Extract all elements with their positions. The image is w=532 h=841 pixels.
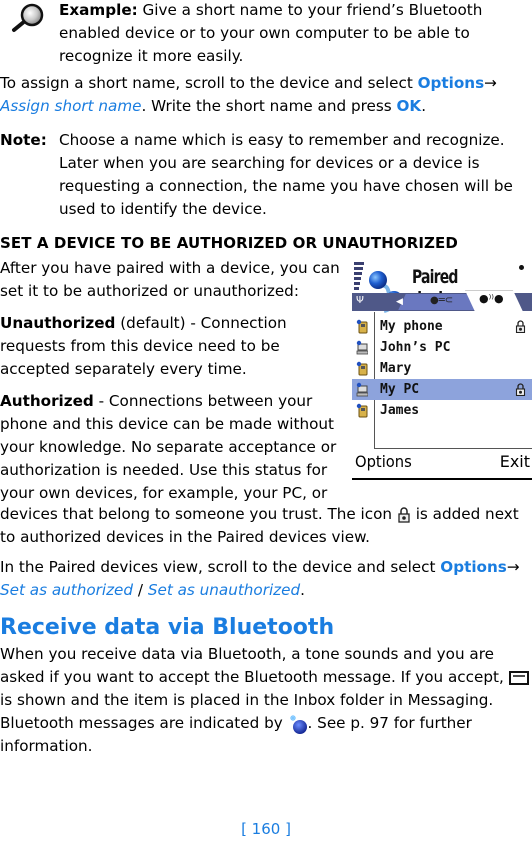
- computer-device-icon: [356, 340, 368, 355]
- authorize-intro: After you have paired with a device, you…: [0, 259, 340, 300]
- device-row[interactable]: Mary: [352, 358, 532, 379]
- note-label: Note:: [0, 131, 47, 149]
- bluetooth-devices-tab-icon: ●⁾⁾●: [479, 292, 504, 305]
- bluetooth-message-icon: [289, 714, 307, 734]
- device-name: My PC: [380, 382, 420, 397]
- receive-text: When you receive data via Bluetooth, a t…: [0, 643, 532, 758]
- example-label: Example:: [59, 1, 138, 19]
- computer-device-icon: [356, 382, 368, 397]
- lock-icon: [398, 506, 410, 523]
- paired-devices-screen: Paired devices Ψ ◀ ●═⊂ ●⁾⁾● My phoneJohn…: [352, 259, 532, 480]
- page-number: [ 160 ]: [241, 820, 291, 838]
- section-heading: SET A DEVICE TO BE AUTHORIZED OR UNAUTHO…: [0, 234, 458, 252]
- receive-heading: Receive data via Bluetooth: [0, 615, 335, 640]
- set-authorized-ref: Set as authorized: [0, 581, 134, 599]
- device-row[interactable]: John’s PC: [352, 337, 532, 358]
- device-row[interactable]: My phone: [352, 316, 532, 337]
- tab-left-arrow-icon[interactable]: ◀: [396, 297, 403, 307]
- phone-device-icon: [356, 361, 368, 376]
- device-name: James: [380, 403, 420, 418]
- status-dot-icon: [519, 265, 524, 270]
- ok-key-ref: OK: [396, 97, 422, 115]
- lock-icon: [515, 383, 526, 396]
- example-text: Example: Give a short name to your frien…: [59, 1, 483, 65]
- note-text: Choose a name which is easy to remember …: [59, 131, 513, 218]
- assign-short-name-ref: Assign short name: [0, 97, 142, 115]
- set-unauthorized-ref: Set as unauthorized: [147, 581, 301, 599]
- magnifier-icon: [12, 3, 44, 32]
- softkey-exit[interactable]: Exit: [500, 452, 530, 471]
- device-row[interactable]: James: [352, 400, 532, 421]
- envelope-icon: [508, 670, 529, 685]
- paired-view-instructions: In the Paired devices view, scroll to th…: [0, 558, 520, 599]
- device-row[interactable]: My PC: [352, 379, 532, 400]
- lock-icon: [515, 320, 526, 333]
- phone-device-icon: [356, 403, 368, 418]
- unauthorized-label: Unauthorized: [0, 314, 116, 332]
- unauthorized-description: Unauthorized (default) - Connection requ…: [0, 314, 287, 378]
- antenna-icon: Ψ: [356, 295, 364, 306]
- device-name: My phone: [380, 319, 443, 334]
- authorized-description: Authorized - Connections between your ph…: [0, 392, 337, 502]
- paired-devices-tab-icon: ●═⊂: [430, 295, 454, 306]
- softkey-options[interactable]: Options: [355, 452, 412, 471]
- authorized-label: Authorized: [0, 392, 94, 410]
- options-menu-ref: Options: [440, 558, 507, 576]
- softkeys: Options Exit: [352, 452, 532, 476]
- device-name: Mary: [380, 361, 412, 376]
- assign-instructions: To assign a short name, scroll to the de…: [0, 74, 497, 115]
- device-name: John’s PC: [380, 340, 451, 355]
- phone-device-icon: [356, 319, 368, 334]
- options-menu-ref: Options: [417, 74, 485, 92]
- authorized-description-cont: devices that belong to someone you trust…: [0, 505, 519, 546]
